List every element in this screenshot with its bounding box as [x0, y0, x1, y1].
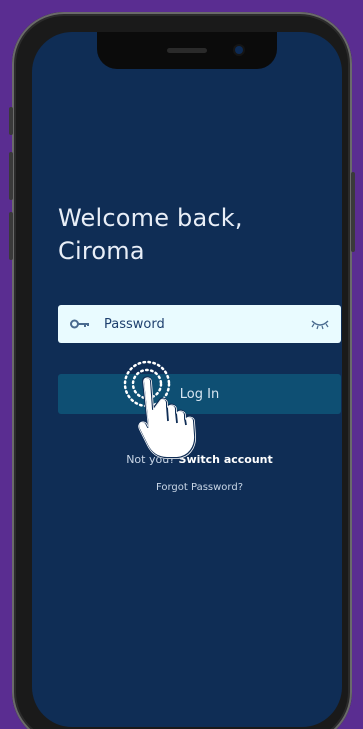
stage: Welcome back, Ciroma Log In Not you? Swi…	[0, 0, 363, 729]
volume-down-button	[9, 212, 13, 260]
mute-switch	[9, 107, 13, 135]
power-button	[351, 172, 355, 252]
password-field[interactable]	[58, 305, 341, 343]
switch-account-row: Not you? Switch account	[58, 453, 341, 466]
notch	[97, 32, 277, 69]
key-icon	[70, 317, 92, 331]
screen: Welcome back, Ciroma Log In Not you? Swi…	[32, 32, 342, 727]
forgot-password-row: Forgot Password?	[58, 482, 341, 493]
phone-frame: Welcome back, Ciroma Log In Not you? Swi…	[9, 12, 355, 729]
volume-up-button	[9, 152, 13, 200]
front-camera	[235, 46, 243, 54]
password-input[interactable]	[104, 316, 309, 332]
login-button[interactable]: Log In	[58, 374, 341, 414]
welcome-name: Ciroma	[58, 237, 145, 265]
speaker-grille	[167, 48, 207, 53]
eye-closed-icon[interactable]	[309, 317, 331, 331]
switch-account-link[interactable]: Switch account	[179, 453, 273, 466]
welcome-line-1: Welcome back,	[58, 204, 243, 232]
not-you-text: Not you?	[126, 453, 176, 466]
forgot-password-link[interactable]: Forgot Password?	[156, 482, 243, 493]
welcome-heading: Welcome back, Ciroma	[58, 202, 318, 268]
